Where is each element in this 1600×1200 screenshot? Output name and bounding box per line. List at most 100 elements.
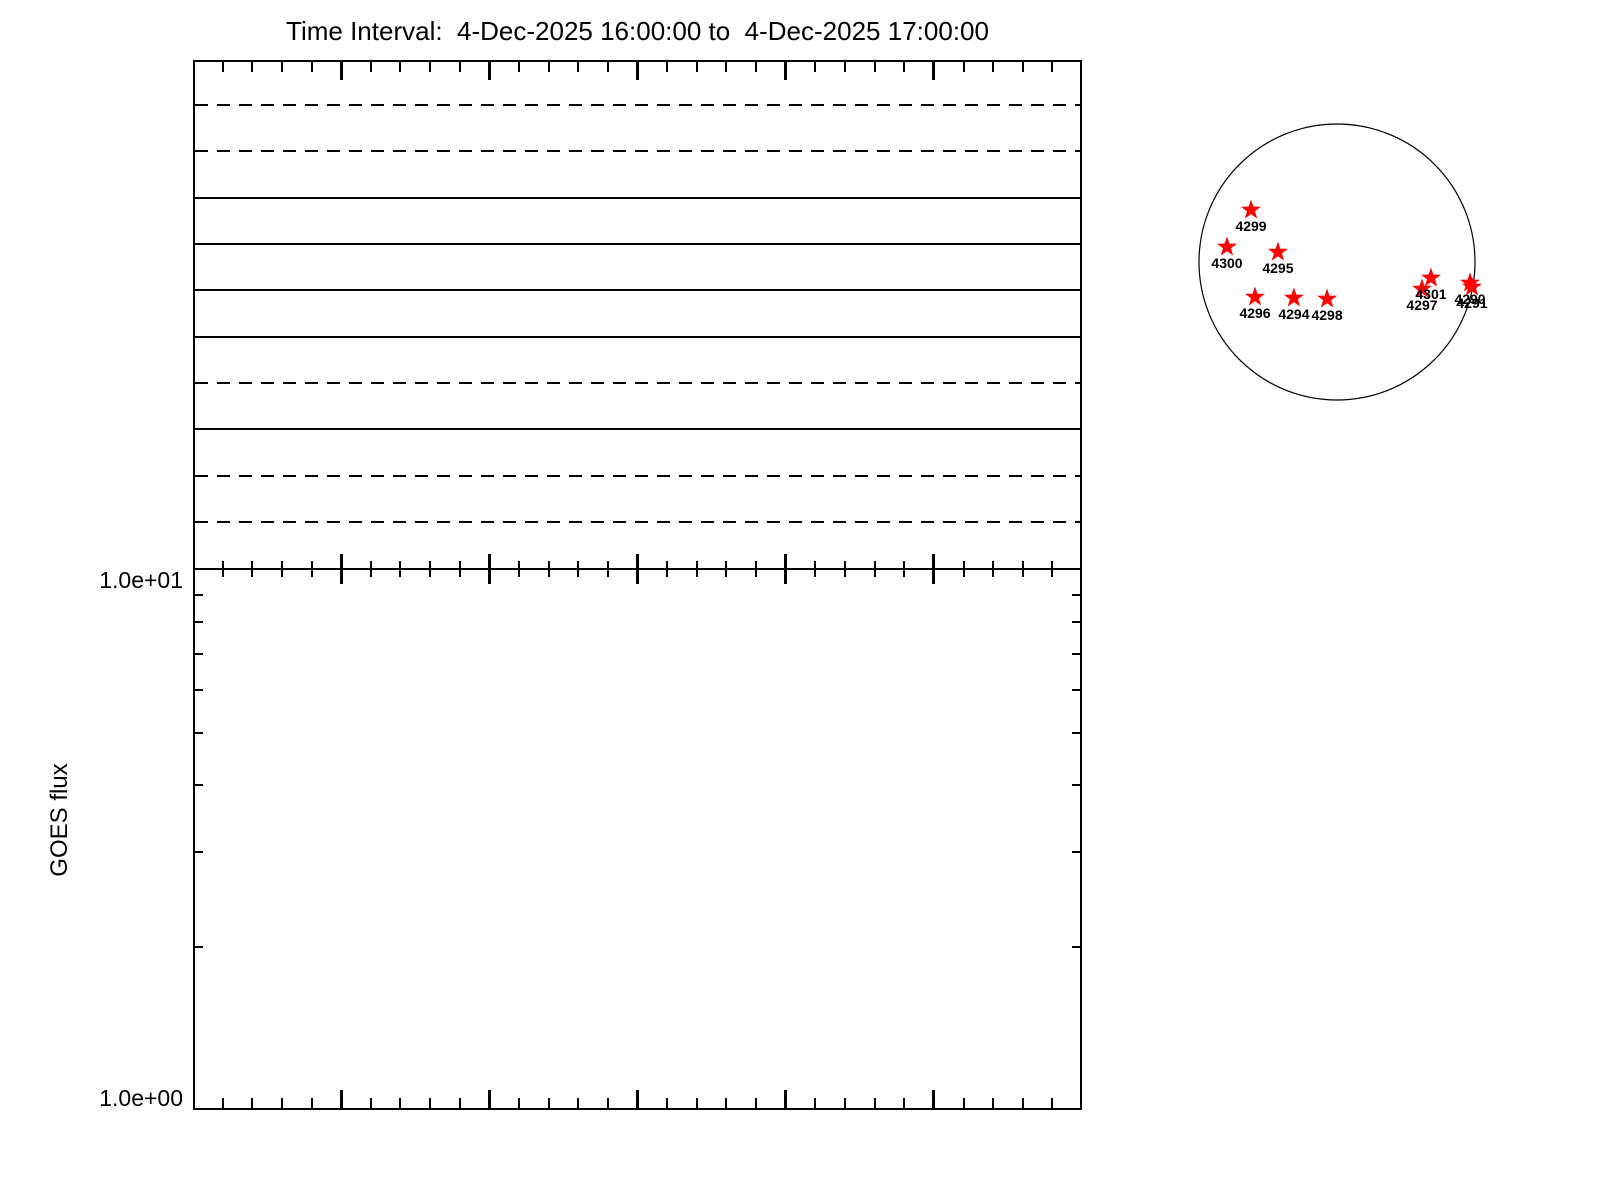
active-region-label-4301: 4301: [1415, 286, 1446, 302]
x-axis-tick-top: [487, 62, 491, 80]
active-region-label-4294: 4294: [1278, 306, 1309, 322]
x-axis-tick-boundary: [1051, 561, 1054, 577]
x-axis-tick-top: [429, 62, 432, 72]
filter-row-line-C_poly: [195, 335, 1080, 338]
goes-log-tick-left: [195, 783, 203, 786]
x-axis-tick-boundary: [666, 561, 669, 577]
x-axis-tick-top: [992, 62, 995, 72]
goes-log-tick-left: [195, 593, 203, 596]
x-axis-tick-top: [814, 62, 817, 72]
x-axis-tick-top: [280, 62, 283, 72]
x-axis-tick-bottom: [487, 1090, 491, 1108]
x-axis-tick-boundary: [221, 561, 224, 577]
goes-log-tick-right: [1072, 946, 1080, 949]
active-region-label-4298: 4298: [1311, 307, 1342, 323]
active-region-star-4295: [1267, 241, 1288, 261]
filter-row-line-Be_thick: [195, 104, 1080, 106]
x-axis-tick-top: [903, 62, 906, 72]
goes-log-tick-left: [195, 851, 203, 854]
solar-disk-chart: 42994300 42954296 4294 429842974301 42904291: [1198, 123, 1488, 401]
filter-row-line-Al_med: [195, 196, 1080, 199]
x-axis-tick-boundary: [429, 561, 432, 577]
x-axis-tick-boundary: [369, 561, 372, 577]
x-axis-tick-top: [962, 62, 965, 72]
x-axis-tick-bottom: [369, 1098, 372, 1108]
x-axis-tick-top: [339, 62, 343, 80]
x-axis-tick-top: [843, 62, 846, 72]
goes-log-tick-right: [1072, 731, 1080, 734]
x-axis-tick-top: [369, 62, 372, 72]
x-axis-tick-top: [1051, 62, 1054, 72]
x-axis-tick-boundary: [280, 561, 283, 577]
goes-log-tick-right: [1072, 851, 1080, 854]
active-region-star-4294: [1284, 287, 1304, 307]
goes-log-tick-right: [1072, 688, 1080, 691]
x-axis-tick-bottom: [458, 1098, 461, 1108]
x-axis-tick-top: [221, 62, 224, 72]
x-axis-tick-bottom: [399, 1098, 402, 1108]
goes-log-tick-right: [1072, 593, 1080, 596]
active-region-label-4299: 4299: [1235, 218, 1266, 234]
x-axis-tick-bottom: [903, 1098, 906, 1108]
x-axis-tick-top: [310, 62, 313, 72]
x-axis-tick-bottom: [518, 1098, 520, 1108]
filter-row-line-Al_poly: [195, 428, 1080, 431]
x-axis-tick-boundary: [547, 561, 550, 577]
x-axis-tick-bottom: [873, 1098, 876, 1108]
x-axis-tick-top: [755, 62, 757, 72]
x-axis-tick-top: [518, 62, 520, 72]
x-axis-tick-bottom: [429, 1098, 432, 1108]
x-axis-tick-boundary: [577, 561, 580, 577]
active-region-star-4296: [1245, 286, 1265, 306]
active-region-label-4300: 4300: [1211, 255, 1242, 271]
goes-log-tick-left: [195, 946, 203, 949]
active-region-star-4300: [1217, 236, 1237, 256]
x-axis-tick-boundary: [784, 554, 788, 584]
x-axis-tick-boundary: [458, 561, 461, 577]
x-axis-tick-boundary: [1021, 561, 1024, 577]
goes-log-tick-right: [1072, 621, 1080, 624]
active-region-label-4295: 4295: [1262, 260, 1293, 276]
goes-log-tick-left: [195, 731, 203, 734]
x-axis-tick-boundary: [725, 561, 728, 577]
x-axis-tick-top: [547, 62, 550, 72]
x-axis-tick-bottom: [221, 1098, 224, 1108]
filter-row-line-Al_mesh: [195, 474, 1080, 477]
active-region-star-4298: [1317, 288, 1338, 308]
filter-row-line-Gband: [195, 521, 1080, 523]
x-axis-tick-bottom: [962, 1098, 965, 1108]
x-axis-tick-boundary: [962, 561, 965, 577]
active-region-star-4301: [1421, 267, 1441, 287]
goes-log-tick-left: [195, 621, 203, 624]
x-axis-tick-boundary: [814, 561, 817, 577]
goes-log-tick-left: [195, 652, 203, 655]
x-axis-tick-bottom: [755, 1098, 757, 1108]
x-axis-tick-top: [695, 62, 698, 72]
plot-canvas: Time Interval: 4-Dec-2025 16:00:00 to 4-…: [0, 0, 1600, 1200]
x-axis-tick-top: [873, 62, 876, 72]
x-axis-tick-bottom: [992, 1098, 995, 1108]
x-axis-tick-boundary: [487, 554, 491, 584]
goes-log-tick-right: [1072, 783, 1080, 786]
x-axis-tick-boundary: [755, 561, 757, 577]
filter-row-line-Be_thin: [195, 289, 1080, 292]
x-axis-tick-boundary: [339, 554, 343, 584]
active-region-star-4299: [1241, 199, 1261, 219]
x-axis-tick-bottom: [1021, 1098, 1024, 1108]
x-axis-tick-bottom: [814, 1098, 817, 1108]
x-axis-tick-bottom: [636, 1090, 639, 1108]
x-axis-tick-top: [577, 62, 580, 72]
x-axis-tick-bottom: [843, 1098, 846, 1108]
x-axis-tick-bottom: [695, 1098, 698, 1108]
x-axis-tick-boundary: [992, 561, 995, 577]
filter-row-line-Be_med: [195, 243, 1080, 245]
x-axis-tick-top: [399, 62, 402, 72]
x-axis-tick-boundary: [843, 561, 846, 577]
x-axis-tick-top: [636, 62, 639, 80]
x-axis-tick-bottom: [339, 1090, 343, 1108]
x-axis-tick-top: [932, 62, 936, 80]
filter-row-line-Ti_poly: [195, 382, 1080, 384]
x-axis-tick-boundary: [518, 561, 520, 577]
active-region-label-4291: 4291: [1456, 295, 1487, 311]
x-axis-tick-top: [458, 62, 461, 72]
